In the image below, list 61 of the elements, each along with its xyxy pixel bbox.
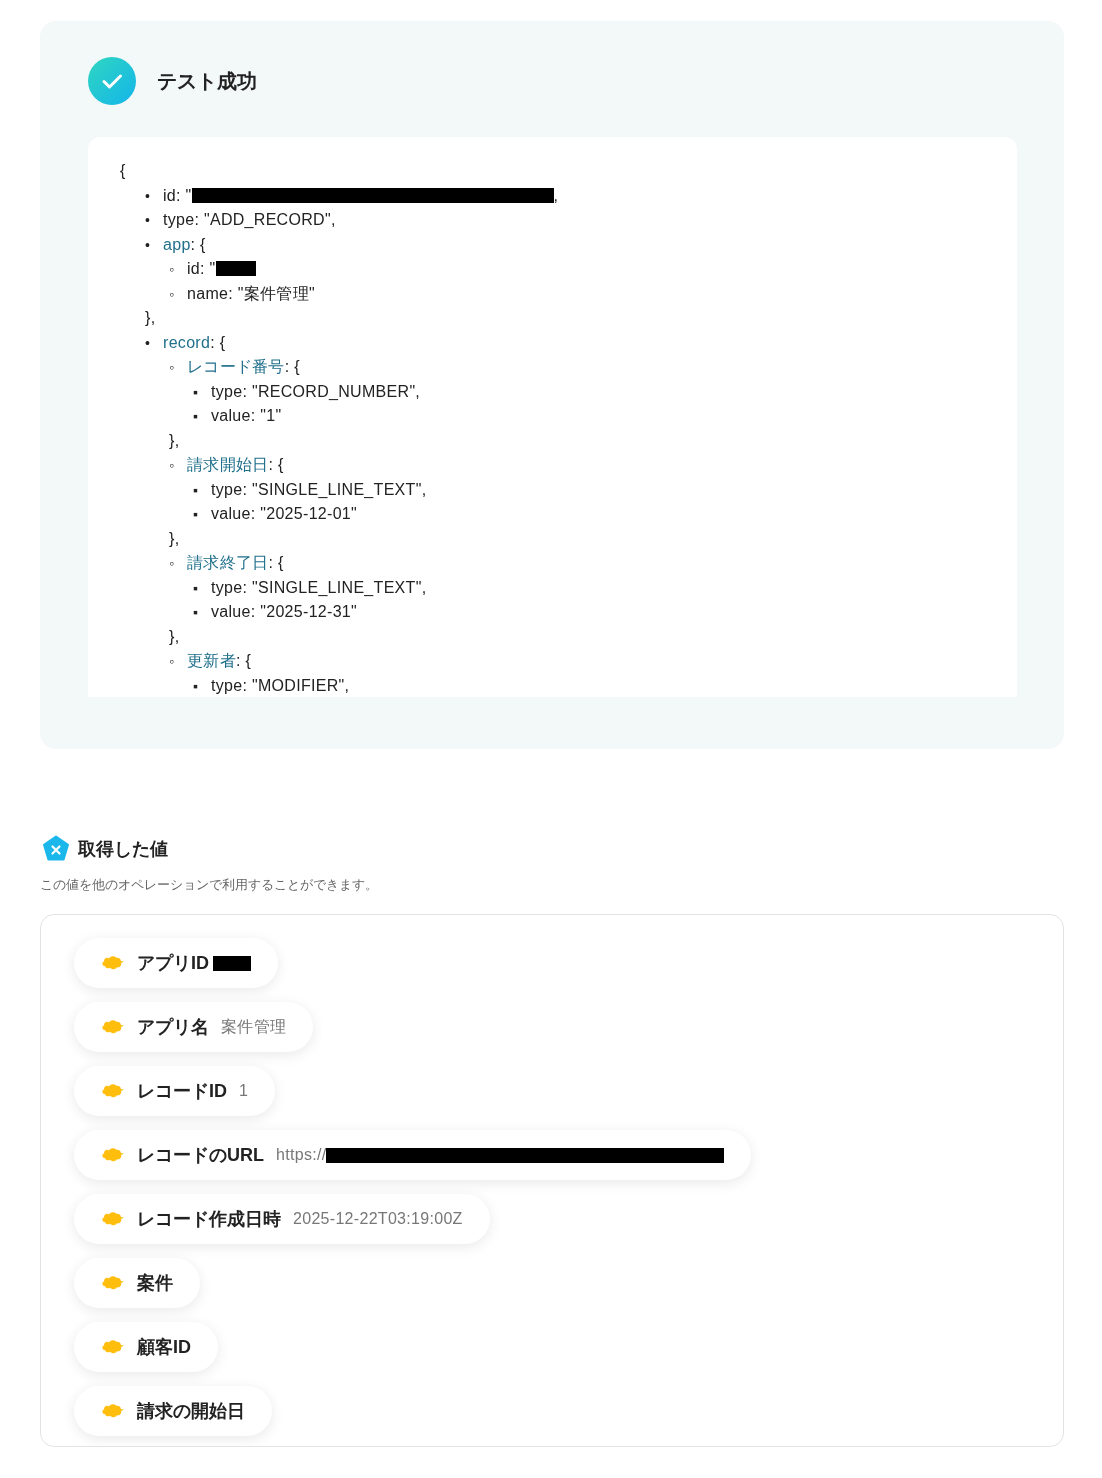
cloud-icon [101, 1338, 125, 1356]
code-line: value: "2025-12-01" [211, 505, 358, 522]
list-bullet: ▪ [193, 382, 200, 402]
value-chip[interactable]: アプリ名 案件管理 [74, 1002, 314, 1052]
code-line: type: "MODIFIER", [211, 676, 350, 694]
list-bullet: ▪ [193, 407, 200, 426]
code-line: app: { [163, 235, 206, 253]
cloud-icon [101, 1274, 125, 1292]
list-bullet: ▪ [193, 676, 200, 696]
value-chip[interactable]: レコードID 1 [74, 1066, 276, 1116]
list-bullet: ◦ [169, 260, 176, 279]
code-line: }, [169, 528, 180, 549]
cloud-icon [101, 1146, 125, 1164]
list-bullet: ▪ [193, 505, 200, 524]
code-line: }, [169, 430, 180, 451]
code-line: 請求開始日: { [187, 456, 284, 473]
list-bullet: ◦ [169, 358, 176, 377]
code-line: type: "SINGLE_LINE_TEXT", [211, 480, 427, 498]
cloud-icon [101, 1082, 125, 1100]
list-bullet: ▪ [193, 480, 200, 500]
code-line: 更新者: { [187, 652, 252, 669]
value-chip[interactable]: 顧客ID [74, 1322, 218, 1372]
code-line: { [120, 161, 126, 181]
list-bullet: • [145, 211, 152, 230]
code-line: record: { [163, 333, 226, 351]
value-chip[interactable]: 案件 [74, 1258, 200, 1308]
value-chip[interactable]: レコード作成日時 2025-12-22T03:19:00Z [74, 1194, 490, 1244]
code-line: name: "案件管理" [187, 284, 315, 302]
cloud-icon [101, 954, 125, 972]
result-title: テスト成功 [157, 68, 257, 94]
code-line: type: "RECORD_NUMBER", [211, 382, 421, 400]
list-bullet: ▪ [193, 603, 200, 622]
list-bullet: ◦ [169, 456, 176, 475]
value-chip[interactable]: 請求の開始日 [74, 1386, 272, 1436]
variable-icon [42, 835, 70, 863]
list-bullet: • [145, 186, 152, 206]
value-chip[interactable]: アプリID [74, 938, 278, 988]
check-icon [88, 57, 136, 105]
code-line: レコード番号: { [187, 358, 300, 375]
list-bullet: ◦ [169, 554, 176, 573]
list-bullet: ◦ [169, 652, 176, 671]
cloud-icon [101, 1210, 125, 1228]
code-line: , [553, 186, 559, 204]
list-bullet: • [145, 235, 152, 255]
code-line: 請求終了日: { [187, 554, 284, 571]
code-line: value: "2025-12-31" [211, 603, 358, 620]
code-line: id: " [163, 186, 192, 204]
cloud-icon [101, 1402, 125, 1420]
code-line: }, [169, 626, 180, 647]
code-line: }, [145, 308, 156, 328]
list-bullet: ▪ [193, 578, 200, 598]
code-line: id: " [187, 260, 216, 277]
section-title: 取得した値 [78, 838, 168, 861]
section-description: この値を他のオペレーションで利用することができます。 [40, 876, 379, 894]
code-line: type: "ADD_RECORD", [163, 211, 336, 228]
cloud-icon [101, 1018, 125, 1036]
code-line: value: "1" [211, 407, 282, 424]
list-bullet: ◦ [169, 284, 176, 304]
list-bullet: • [145, 333, 152, 353]
code-line: type: "SINGLE_LINE_TEXT", [211, 578, 427, 596]
value-chip[interactable]: レコードのURL https:// [74, 1130, 752, 1180]
